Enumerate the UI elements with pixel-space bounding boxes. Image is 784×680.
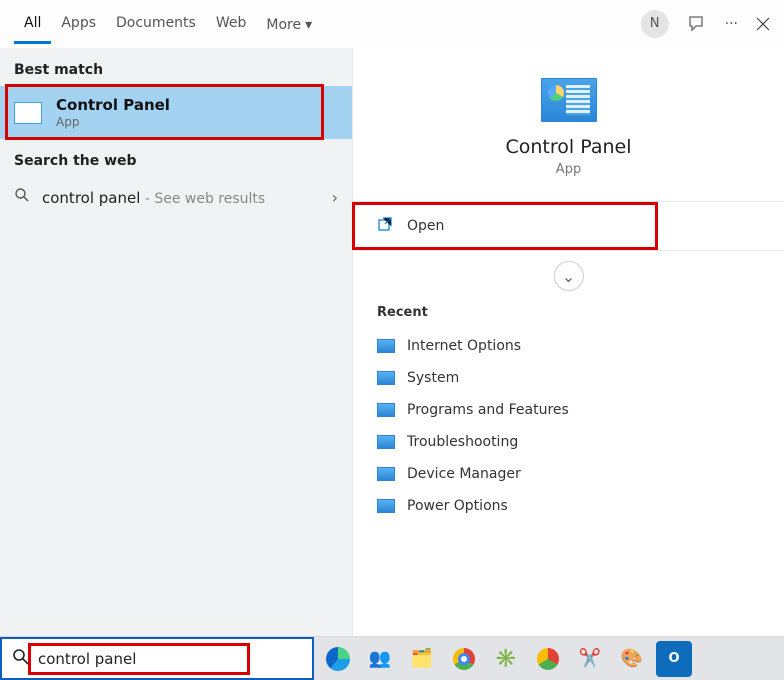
result-subtitle: App xyxy=(56,115,170,129)
recent-label: Recent xyxy=(353,305,784,330)
recent-item-device-manager[interactable]: Device Manager xyxy=(353,458,784,490)
preview-subtitle: App xyxy=(353,162,784,177)
chrome-icon xyxy=(453,648,475,670)
open-label: Open xyxy=(407,218,444,234)
control-panel-icon xyxy=(377,467,395,481)
web-hint-text: - See web results xyxy=(140,191,265,207)
divider xyxy=(353,250,784,251)
folder-icon: 🗂️ xyxy=(411,648,433,669)
feedback-icon[interactable] xyxy=(687,14,707,34)
edge-icon xyxy=(326,647,350,671)
best-match-result[interactable]: Control Panel App xyxy=(0,86,352,139)
search-box[interactable] xyxy=(0,637,314,680)
recent-item-troubleshooting[interactable]: Troubleshooting xyxy=(353,426,784,458)
taskbar-explorer[interactable]: 🗂️ xyxy=(404,641,440,677)
taskbar-snip[interactable]: ✂️ xyxy=(572,641,608,677)
control-panel-large-icon xyxy=(541,78,597,122)
recent-item-label: System xyxy=(407,370,459,386)
recent-item-label: Device Manager xyxy=(407,466,521,482)
control-panel-icon xyxy=(377,499,395,513)
tab-more[interactable]: More▾ xyxy=(256,3,322,44)
taskbar-chrome[interactable] xyxy=(446,641,482,677)
control-panel-icon xyxy=(377,435,395,449)
control-panel-icon xyxy=(377,371,395,385)
more-options-icon[interactable]: ··· xyxy=(725,16,738,32)
taskbar-outlook[interactable]: O xyxy=(656,641,692,677)
control-panel-icon xyxy=(14,102,42,124)
open-action[interactable]: Open xyxy=(353,202,784,250)
result-title: Control Panel xyxy=(56,96,170,114)
expand-button[interactable]: ⌄ xyxy=(554,261,584,291)
slack-icon: ✳️ xyxy=(495,648,517,669)
web-query-text: control panel xyxy=(42,189,140,207)
taskbar-edge[interactable] xyxy=(320,641,356,677)
taskbar-teams[interactable]: 👥 xyxy=(362,641,398,677)
scissors-icon: ✂️ xyxy=(579,648,601,669)
recent-item-label: Internet Options xyxy=(407,338,521,354)
tab-web[interactable]: Web xyxy=(206,3,257,44)
filter-tabs: All Apps Documents Web More▾ xyxy=(14,3,641,44)
tab-all[interactable]: All xyxy=(14,3,51,44)
recent-item-programs[interactable]: Programs and Features xyxy=(353,394,784,426)
search-icon xyxy=(12,648,30,670)
open-icon xyxy=(377,216,393,236)
preview-title: Control Panel xyxy=(353,136,784,158)
annotation-highlight xyxy=(352,202,658,250)
chevron-down-icon: ▾ xyxy=(305,17,312,33)
taskbar-chrome-canary[interactable] xyxy=(530,641,566,677)
close-icon[interactable] xyxy=(756,17,770,31)
web-search-result[interactable]: control panel - See web results › xyxy=(0,177,352,217)
recent-item-label: Programs and Features xyxy=(407,402,569,418)
chevron-right-icon: › xyxy=(332,188,338,207)
recent-item-label: Troubleshooting xyxy=(407,434,518,450)
user-avatar[interactable]: N xyxy=(641,10,669,38)
search-input[interactable] xyxy=(38,650,302,668)
taskbar-paint[interactable]: 🎨 xyxy=(614,641,650,677)
palette-icon: 🎨 xyxy=(621,648,643,669)
recent-item-power-options[interactable]: Power Options xyxy=(353,490,784,522)
chevron-down-icon: ⌄ xyxy=(562,267,575,286)
control-panel-icon xyxy=(377,403,395,417)
teams-icon: 👥 xyxy=(369,648,391,669)
preview-panel: Control Panel App Open ⌄ Recent Internet… xyxy=(352,48,784,636)
header-bar: All Apps Documents Web More▾ N ··· xyxy=(0,0,784,48)
outlook-icon: O xyxy=(668,651,679,666)
taskbar-slack[interactable]: ✳️ xyxy=(488,641,524,677)
best-match-label: Best match xyxy=(0,48,352,86)
search-web-label: Search the web xyxy=(0,139,352,177)
recent-item-internet-options[interactable]: Internet Options xyxy=(353,330,784,362)
tab-documents[interactable]: Documents xyxy=(106,3,206,44)
recent-item-label: Power Options xyxy=(407,498,508,514)
taskbar: 👥 🗂️ ✳️ ✂️ 🎨 O xyxy=(314,637,784,680)
search-icon xyxy=(14,187,30,207)
recent-item-system[interactable]: System xyxy=(353,362,784,394)
chrome-icon xyxy=(537,648,559,670)
control-panel-icon xyxy=(377,339,395,353)
results-panel: Best match Control Panel App Search the … xyxy=(0,48,352,636)
tab-apps[interactable]: Apps xyxy=(51,3,106,44)
